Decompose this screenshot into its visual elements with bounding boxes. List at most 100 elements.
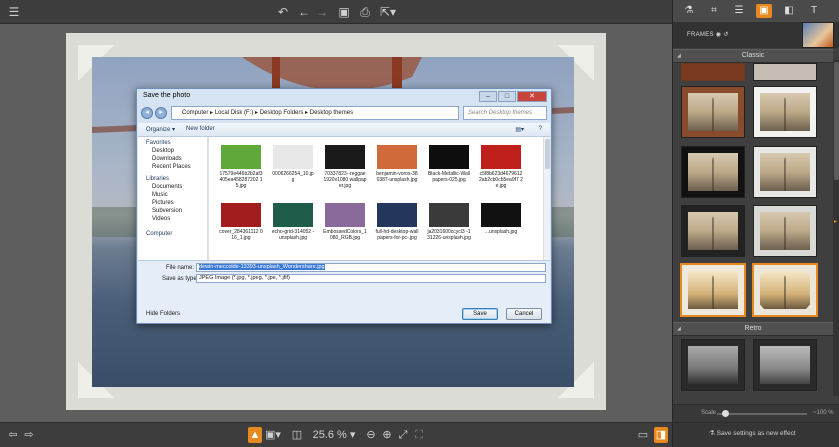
fit-icon[interactable]: ⤢	[396, 427, 410, 443]
file-name: echo-grid-314052 -unsplash.jpg	[271, 229, 315, 241]
file-item[interactable]: ja2031600ccycl3 -131226-unsplash.jpg	[427, 203, 471, 241]
effects-panel: ⚗ ⌗ ☰ ▣ ◧ T FRAMES ◉ ↺ ◢ Classic ◢ Retro ▸…	[672, 0, 839, 447]
flask-icon[interactable]: ⚗	[681, 4, 697, 18]
forward-button[interactable]: ▸	[155, 107, 167, 119]
back-button[interactable]: ◂	[141, 107, 153, 119]
file-item[interactable]: 17579e446b2b2af3405ea458287202 15.jpg	[219, 145, 263, 189]
save-icon[interactable]: ▣	[336, 4, 352, 20]
frame-preset-1[interactable]	[753, 63, 817, 81]
undo-icon[interactable]: ↶	[275, 4, 291, 20]
main-toolbar: ☰ ↶ ← → ▣ ⎙ ⇱▾	[0, 0, 672, 24]
expand-arrow-icon[interactable]: ▸	[834, 218, 837, 225]
nav-libraries[interactable]: Libraries	[146, 176, 169, 182]
fullscreen-icon[interactable]: ▭	[636, 427, 650, 443]
nav-pictures[interactable]: Pictures	[152, 200, 174, 206]
single-view-icon[interactable]: ▲	[248, 427, 262, 443]
zoom-out-icon[interactable]: ⊖	[364, 427, 378, 443]
frame-preset-2[interactable]	[681, 86, 745, 138]
file-item[interactable]: EmbossedColors_1080_RGB.jpg	[323, 203, 367, 241]
nav-downloads[interactable]: Downloads	[152, 156, 182, 162]
compare-view-icon[interactable]: ▣▾	[264, 427, 282, 443]
prev-icon[interactable]: ⇦	[6, 427, 20, 443]
frame-preset-3[interactable]	[753, 86, 817, 138]
save-effect-button[interactable]: ⚗ Save settings as new effect	[709, 429, 796, 437]
scale-slider[interactable]	[717, 410, 807, 417]
panel-scrollbar[interactable]	[833, 60, 839, 396]
crop-icon[interactable]: ⌗	[706, 4, 722, 18]
minimize-button[interactable]: –	[479, 91, 497, 102]
file-item[interactable]: Black-Metallic-Wallpapers-025.jpg	[427, 145, 471, 183]
nav-videos[interactable]: Videos	[152, 216, 170, 222]
file-thumbnail	[429, 203, 469, 227]
export-icon[interactable]: ⇱▾	[378, 4, 398, 20]
zoom-level[interactable]: 25.6 % ▾	[312, 427, 356, 443]
panel-toggle-icon[interactable]: ◨	[654, 427, 668, 443]
retro-preset-1[interactable]	[753, 339, 817, 391]
adjust-icon[interactable]: ☰	[731, 4, 747, 18]
print-icon[interactable]: ⎙	[357, 4, 373, 20]
file-thumbnail	[377, 145, 417, 169]
nav-music[interactable]: Music	[152, 192, 168, 198]
frame-preset-4[interactable]	[681, 146, 745, 198]
menu-icon[interactable]: ☰	[6, 4, 22, 20]
file-item[interactable]: 0006266254_10.jpg	[271, 145, 315, 183]
file-name: ja2031600ccycl3 -131226-unsplash.jpg	[427, 229, 471, 241]
search-input[interactable]: Search Desktop themes	[463, 106, 547, 120]
frame-preset-5[interactable]	[753, 146, 817, 198]
nav-favorites[interactable]: Favorites	[146, 140, 171, 146]
frame-preset-7[interactable]	[753, 205, 817, 257]
hide-folders-button[interactable]: Hide Folders	[146, 311, 180, 317]
cancel-button[interactable]: Cancel	[506, 308, 542, 320]
nav-computer[interactable]: Computer	[146, 231, 172, 237]
frame-preset-9[interactable]	[752, 263, 818, 317]
file-item[interactable]: benjamin-voros-380387-unsplash.jpg	[375, 145, 419, 183]
file-item[interactable]: c5f8b623d4679612 2ab2cb0cb5ea9f7 2e.jpg	[479, 145, 523, 189]
retro-preset-0[interactable]	[681, 339, 745, 391]
frames-icon[interactable]: ▣	[756, 4, 772, 18]
nav-desktop[interactable]: Desktop	[152, 148, 174, 154]
save-button[interactable]: Save	[462, 308, 498, 320]
section-classic[interactable]: ◢ Classic	[673, 49, 833, 63]
visibility-icon[interactable]: ◉	[716, 32, 722, 38]
file-item[interactable]: cover_284361112 016_1.jpg	[219, 203, 263, 241]
close-button[interactable]: ✕	[517, 91, 547, 102]
section-retro[interactable]: ◢ Retro	[673, 322, 833, 336]
file-scrollbar[interactable]	[543, 137, 550, 260]
nav-documents[interactable]: Documents	[152, 184, 182, 190]
undo-small-icon[interactable]: ←	[296, 4, 312, 20]
nav-subversion[interactable]: Subversion	[152, 208, 182, 214]
file-item[interactable]: full-hd-desktop-wallpapers-for-pc-.jpg	[375, 203, 419, 241]
next-icon[interactable]: ⇨	[22, 427, 36, 443]
file-name-field[interactable]: dewin-meccolde-13393-unsplash_Wondershar…	[196, 263, 546, 272]
zoom-in-icon[interactable]: ⊕	[380, 427, 394, 443]
scale-slider-handle[interactable]	[721, 410, 729, 417]
actual-size-icon[interactable]: ⛶	[412, 427, 426, 443]
frame-preset-8[interactable]	[680, 263, 746, 317]
redo-icon[interactable]: →	[314, 4, 330, 20]
split-view-icon[interactable]: ◫	[290, 427, 304, 443]
panel-footer: ⚗ Save settings as new effect	[673, 422, 839, 447]
file-thumbnail	[221, 203, 261, 227]
reset-icon[interactable]: ↺	[723, 32, 728, 38]
maximize-button[interactable]: □	[498, 91, 516, 102]
file-item[interactable]: 70337823--reggae 1920x1080 wallpaper.jpg	[323, 145, 367, 189]
nav-recent[interactable]: Recent Places	[152, 164, 191, 170]
frame-preset-0[interactable]	[681, 63, 745, 81]
file-name: cover_284361112 016_1.jpg	[219, 229, 263, 241]
new-folder-button[interactable]: New folder	[186, 126, 215, 132]
file-name-value: dewin-meccolde-13393-unsplash_Wondershar…	[199, 264, 325, 270]
scale-label: Scale	[701, 410, 717, 416]
address-bar[interactable]: Computer ▸ Local Disk (F:) ▸ Desktop Fol…	[171, 106, 459, 120]
help-icon[interactable]: ?	[539, 126, 542, 132]
file-item[interactable]: echo-grid-314052 -unsplash.jpg	[271, 203, 315, 241]
frame-preset-6[interactable]	[681, 205, 745, 257]
file-item[interactable]: ...unsplash.jpg	[479, 203, 523, 235]
save-effect-label: Save settings as new effect	[716, 430, 796, 437]
avatar	[802, 22, 834, 48]
view-icon[interactable]: ▤▾	[515, 126, 524, 133]
layers-icon[interactable]: ◧	[781, 4, 797, 18]
save-type-select[interactable]: JPEG Image (*.jpg, *.jpeg, *.jpe, *.jfif…	[196, 274, 546, 283]
organize-button[interactable]: Organize ▾	[146, 126, 175, 133]
text-icon[interactable]: T	[806, 4, 822, 18]
dialog-title: Save the photo	[143, 92, 191, 99]
